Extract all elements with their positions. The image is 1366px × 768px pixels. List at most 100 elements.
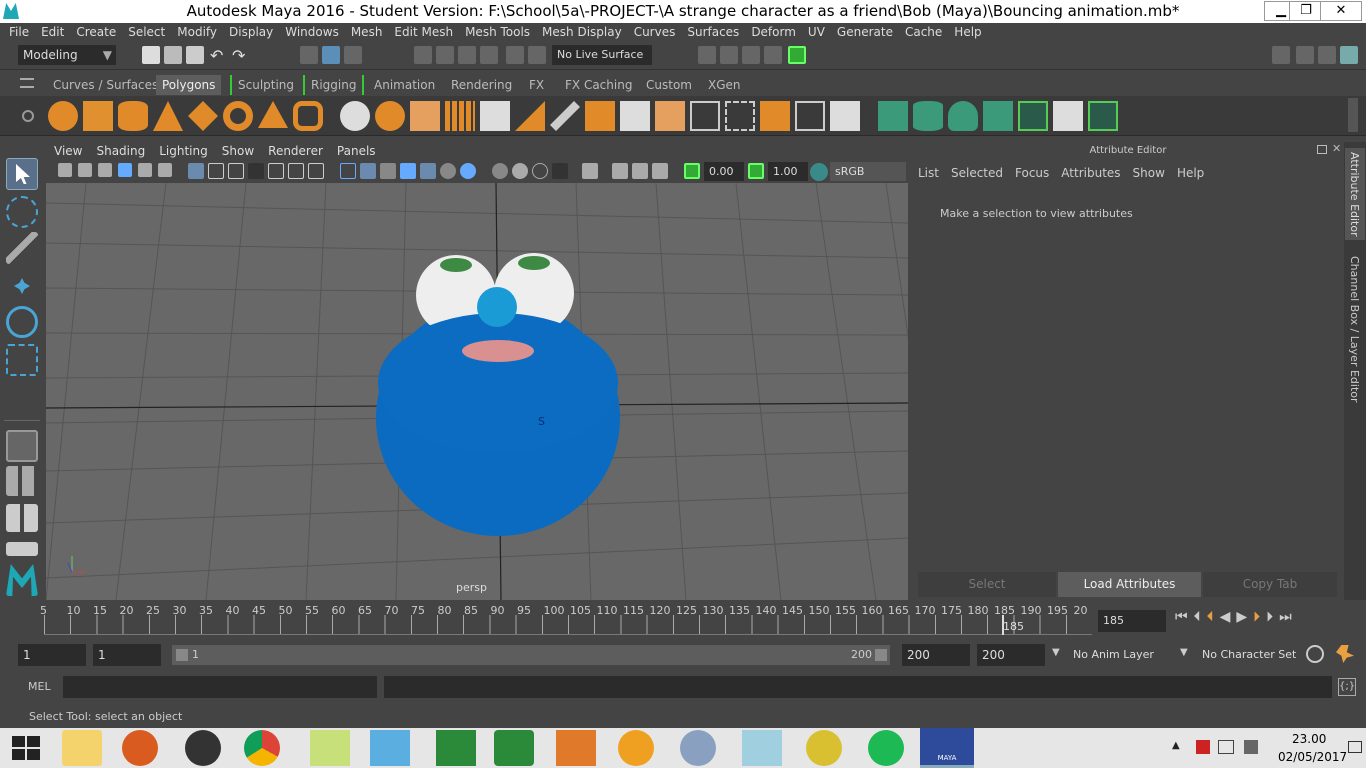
multi-cut-icon[interactable] [550, 101, 580, 131]
step-back-key-icon[interactable]: ⏴ [1207, 609, 1214, 625]
time-ruler[interactable] [44, 615, 1092, 635]
layout-uv-icon[interactable] [1088, 101, 1118, 131]
grid-toggle-icon[interactable] [188, 163, 204, 179]
extrude-icon[interactable] [585, 101, 615, 131]
range-start-handle[interactable] [176, 649, 188, 661]
tray-chevron-icon[interactable]: ▲ [1172, 740, 1180, 751]
auto-key-icon[interactable] [1306, 645, 1324, 663]
spherical-uv-icon[interactable] [948, 101, 978, 131]
spotify-icon[interactable] [868, 730, 904, 766]
multisample-icon[interactable] [612, 163, 628, 179]
script-editor-icon[interactable]: {;} [1338, 678, 1356, 696]
poly-pipe-icon[interactable] [293, 101, 323, 131]
unfold-uv-icon[interactable] [1018, 101, 1048, 131]
safe-title-icon[interactable] [308, 163, 324, 179]
step-forward-icon[interactable]: ⏵ [1266, 609, 1273, 625]
play-backwards-icon[interactable]: ◀ [1220, 609, 1231, 625]
xray-joints-icon[interactable] [512, 163, 528, 179]
attr-float-icon[interactable] [1317, 145, 1327, 154]
menu-help[interactable]: Help [948, 23, 987, 42]
toolbox-layout-icon[interactable] [1318, 46, 1336, 64]
exposure-icon[interactable] [684, 163, 700, 179]
grease-pencil-icon[interactable] [158, 163, 172, 177]
vp-menu-shading[interactable]: Shading [89, 142, 152, 161]
vp-menu-renderer[interactable]: Renderer [261, 142, 330, 161]
range-end-handle[interactable] [875, 649, 887, 661]
fill-hole-icon[interactable] [690, 101, 720, 131]
new-scene-icon[interactable] [142, 46, 160, 64]
menu-curves[interactable]: Curves [628, 23, 682, 42]
menu-edit[interactable]: Edit [35, 23, 70, 42]
outliner-persp-icon[interactable] [6, 504, 38, 532]
ipr-render-icon[interactable] [742, 46, 760, 64]
menu-surfaces[interactable]: Surfaces [681, 23, 745, 42]
maximize-button[interactable]: ❐ [1289, 1, 1323, 21]
shelf-menu-icon[interactable] [20, 78, 34, 88]
attr-menu-focus[interactable]: Focus [1015, 166, 1049, 180]
snap-vertex-icon[interactable] [528, 46, 546, 64]
anim-layer-chevron-icon[interactable]: ▼ [1052, 647, 1060, 658]
mirror-icon[interactable] [410, 101, 440, 131]
antivirus-tray-icon[interactable] [1196, 740, 1210, 754]
network-share-tray-icon[interactable] [1218, 740, 1234, 754]
separate-icon[interactable] [375, 101, 405, 131]
render-view-icon[interactable] [698, 46, 716, 64]
scale-tool-icon[interactable] [6, 344, 38, 376]
attr-menu-selected[interactable]: Selected [951, 166, 1003, 180]
hypershade-icon[interactable] [788, 46, 806, 64]
power-app-icon[interactable] [122, 730, 158, 766]
hud-icon[interactable] [582, 163, 598, 179]
smooth-icon[interactable] [445, 101, 475, 131]
color-management-icon[interactable] [810, 163, 828, 181]
lasso-tool-icon[interactable] [6, 196, 38, 228]
smooth-shade-icon[interactable] [360, 163, 376, 179]
poly-torus-icon[interactable] [223, 101, 253, 131]
tab-custom[interactable]: Custom [640, 75, 698, 95]
go-to-end-icon[interactable]: ⏭ [1279, 609, 1292, 625]
graph-editor-icon[interactable] [6, 542, 38, 556]
attribute-layout-icon[interactable] [1340, 46, 1358, 64]
wireframe-icon[interactable] [340, 163, 356, 179]
merge-icon[interactable] [795, 101, 825, 131]
menu-mesh[interactable]: Mesh [345, 23, 389, 42]
camtasia-recorder-icon[interactable] [494, 730, 534, 766]
menu-file[interactable]: File [3, 23, 35, 42]
animation-start-field[interactable]: 1 [18, 644, 86, 666]
animation-end-field[interactable]: 200 [977, 644, 1045, 666]
attr-menu-show[interactable]: Show [1133, 166, 1165, 180]
menu-modify[interactable]: Modify [171, 23, 223, 42]
disc-burner-icon[interactable] [806, 730, 842, 766]
load-attributes-button[interactable]: Load Attributes [1058, 572, 1201, 597]
range-bar[interactable]: 1 200 [172, 645, 890, 665]
notifications-icon[interactable] [1348, 741, 1362, 753]
image-plane-icon[interactable] [118, 163, 132, 177]
poly-plane-icon[interactable] [188, 101, 218, 131]
target-weld-icon[interactable] [830, 101, 860, 131]
snap-point-icon[interactable] [458, 46, 476, 64]
tab-rendering[interactable]: Rendering [445, 75, 518, 95]
menu-mesh-display[interactable]: Mesh Display [536, 23, 628, 42]
vp-menu-lighting[interactable]: Lighting [152, 142, 215, 161]
mode-dropdown[interactable]: Modeling ▼ [18, 45, 116, 65]
exposure-field[interactable]: 0.00 [704, 162, 744, 181]
menu-windows[interactable]: Windows [279, 23, 345, 42]
motion-blur-icon[interactable] [652, 163, 668, 179]
menu-edit-mesh[interactable]: Edit Mesh [388, 23, 459, 42]
audacity-icon[interactable] [618, 730, 654, 766]
insert-loop-icon[interactable] [725, 101, 755, 131]
attr-menu-help[interactable]: Help [1177, 166, 1204, 180]
vp-menu-show[interactable]: Show [215, 142, 261, 161]
sticky-notes-icon[interactable] [310, 730, 350, 766]
cylindrical-uv-icon[interactable] [913, 101, 943, 131]
tab-channel-box[interactable]: Channel Box / Layer Editor [1345, 254, 1365, 404]
menu-mesh-tools[interactable]: Mesh Tools [459, 23, 536, 42]
planar-uv-icon[interactable] [878, 101, 908, 131]
move-tool-icon[interactable] [6, 270, 38, 302]
resolution-gate-icon[interactable] [228, 163, 244, 179]
character-set-field[interactable]: No Character Set [1197, 644, 1297, 666]
select-tool-icon[interactable] [6, 158, 38, 190]
menu-uv[interactable]: UV [802, 23, 831, 42]
video-app-icon[interactable] [370, 730, 410, 766]
notepad-icon[interactable] [742, 730, 782, 766]
playback-start-field[interactable]: 1 [93, 644, 161, 666]
